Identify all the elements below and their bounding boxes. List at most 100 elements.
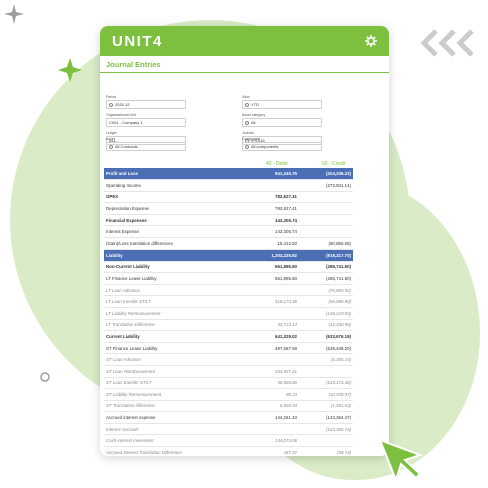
table-row[interactable]: LT Liability Remeasurement (146,219.83) <box>104 308 353 320</box>
radio-icon <box>109 102 113 107</box>
debit-value: 143,305.74 <box>275 217 297 223</box>
credit-value: (70,893.92) <box>328 287 351 293</box>
table-row[interactable]: LT Loan Advance (70,893.92) <box>104 285 353 297</box>
credit-value: (919,317.70) <box>326 252 351 258</box>
table-row[interactable]: ST Finance Lease Liability 497,067.59 (539… <box>104 343 353 355</box>
table-row[interactable]: ST Liability Remeasurement 90.23 (10,978.9… <box>104 389 353 401</box>
row-label: ST Liability Remeasurement <box>106 391 162 397</box>
table-row[interactable]: Interest Expense 143,305.74 <box>104 226 353 238</box>
filter-component-select[interactable]: All components <box>242 142 322 151</box>
filter-component[interactable]: Component All components <box>242 137 322 151</box>
credit-value: (6,355.15) <box>330 357 351 363</box>
table-row[interactable]: LT Finance Lease Liability 561,895.60 (286… <box>104 273 353 285</box>
credit-value: (50,855.08) <box>328 240 351 246</box>
filter-asset-category[interactable]: Asset category All <box>242 113 322 127</box>
debit-value: 641,329.02 <box>275 333 297 339</box>
row-label: LT Loan transfer ST/LT <box>106 299 151 305</box>
table-row[interactable]: Accrued Interest Translation Difference 1… <box>104 447 353 456</box>
debit-value: 561,896.60 <box>275 264 297 270</box>
table-row[interactable]: Non-Current Liability 561,896.60 (286,741.… <box>104 262 353 274</box>
filter-asset[interactable]: Asset All Contracts - <box>106 137 186 151</box>
row-label: Current Liability <box>106 333 140 339</box>
filter-view[interactable]: View YTD <box>242 95 322 109</box>
debit-value: 497,067.59 <box>275 345 297 351</box>
row-label: (Gain)/Loss translation differences <box>106 240 173 246</box>
credit-value: (1,931.63) <box>330 403 351 409</box>
row-label: Interest Accruals <box>106 426 139 432</box>
table-row[interactable]: ST Translation difference 6,803.34 (1,931.… <box>104 401 353 413</box>
filter-asset-category-select[interactable]: All <box>242 118 322 127</box>
table-row[interactable]: Current Liability 641,329.02 (633,676.19) <box>104 331 353 343</box>
credit-value: (146,219.83) <box>326 310 351 316</box>
filter-label: Asset <box>106 137 115 141</box>
gear-icon[interactable] <box>365 35 377 47</box>
filter-organizational-unit[interactable]: Organizational Unit C001 - Company 1 <box>106 113 186 127</box>
table-row[interactable]: Accrued interest expense 144,261.43 (143,3… <box>104 412 353 424</box>
debit-value: 782,627.41 <box>275 194 297 200</box>
debit-value: 143,305.74 <box>275 229 297 235</box>
filter-period[interactable]: Period 2020 12 <box>106 95 186 109</box>
row-label: ST Finance Lease Liability <box>106 345 158 351</box>
filter-label: Journal <box>242 131 254 135</box>
row-label: LT Translation Difference <box>106 322 155 328</box>
debit-value: 941,345.75 <box>275 171 297 176</box>
table-row[interactable]: Depreciation Expense 782,627.41 <box>104 203 353 215</box>
filter-org-unit-select[interactable]: C001 - Company 1 <box>106 118 186 127</box>
debit-value: 15,412.50 <box>277 240 297 246</box>
table-row[interactable]: ST Loan transfer ST/LT 56,686.80 (518,173.… <box>104 378 353 390</box>
filter-label: Component <box>242 137 261 141</box>
row-label: Depreciation Expense <box>106 205 149 211</box>
table-row[interactable]: LT Loan transfer ST/LT 518,173.46 (56,686.… <box>104 296 353 308</box>
filter-label: Asset category <box>242 113 266 117</box>
debit-value: 6,803.34 <box>279 403 297 409</box>
table-row[interactable]: (Gain)/Loss translation differences 15,41… <box>104 238 353 250</box>
table-row[interactable]: Profit and Loss 941,345.75 (324,336.22) <box>104 168 353 180</box>
table-row[interactable]: ST Loan Advance (6,355.15) <box>104 354 353 366</box>
credit-value: (143,364.47) <box>326 415 351 421</box>
radio-icon <box>245 120 249 125</box>
table-row[interactable]: Interest Accruals (143,305.74) <box>104 424 353 436</box>
table-row[interactable]: Financial Expenses 143,305.74 <box>104 215 353 227</box>
debit-value: 43,723.14 <box>277 322 297 328</box>
row-label: Liability <box>106 252 123 258</box>
table-row[interactable]: Cash interest movement 144,074.06 <box>104 435 353 448</box>
filter-asset-select[interactable]: All Contracts - <box>106 142 186 151</box>
row-label: LT Loan Advance <box>106 287 140 293</box>
table-row[interactable]: ST Loan Reimbursement 433,927.21 <box>104 366 353 378</box>
table-row[interactable]: Liability 1,203,225.92 (919,317.70) <box>104 249 353 262</box>
credit-value: (13,430.99) <box>328 322 351 328</box>
row-label: Profit and Loss <box>106 171 138 176</box>
column-header-debit[interactable]: 40 - Debit <box>266 161 288 167</box>
table-row[interactable]: LT Translation Difference 43,723.14 (13,43… <box>104 320 353 332</box>
row-label: LT Liability Remeasurement <box>106 310 161 316</box>
credit-value: (10,978.97) <box>328 391 351 397</box>
column-header-credit[interactable]: 50 - Credit <box>322 161 345 167</box>
debit-value: 518,173.46 <box>275 299 297 305</box>
filter-period-select[interactable]: 2020 12 <box>106 100 186 109</box>
row-label: ST Loan Reimbursement <box>106 368 155 374</box>
debit-value: 187.37 <box>283 449 297 455</box>
debit-value: 561,895.60 <box>275 275 297 281</box>
debit-value: 90.23 <box>286 391 297 397</box>
filter-view-select[interactable]: YTD <box>242 100 322 109</box>
chevrons-left-icon <box>420 29 474 57</box>
table-row[interactable]: Operating Income (273,501.14) <box>104 180 353 192</box>
row-label: Operating Income <box>106 182 141 188</box>
row-label: Accrued Interest Translation Difference <box>106 449 182 455</box>
row-label: LT Finance Lease Liability <box>106 275 157 281</box>
filter-label: Organizational Unit <box>106 113 136 117</box>
filter-label: Ledger <box>106 131 117 135</box>
row-label: ST Translation difference <box>106 403 155 409</box>
debit-value: 782,627.41 <box>275 205 297 211</box>
filter-label: View <box>242 95 250 99</box>
journal-table: Profit and Loss 941,345.75 (324,336.22) Ope… <box>104 168 353 456</box>
credit-value: (286,741.50) <box>326 264 351 270</box>
row-label: Non-Current Liability <box>106 264 150 270</box>
plus-sparkle-icon <box>4 4 24 24</box>
row-label: Interest Expense <box>106 229 139 235</box>
table-row[interactable]: OPEX 782,627.41 <box>104 192 353 204</box>
row-label: ST Loan Advance <box>106 357 141 363</box>
row-label: ST Loan transfer ST/LT <box>106 380 152 386</box>
dot-icon <box>40 372 50 382</box>
cursor-arrow-icon <box>378 438 423 483</box>
